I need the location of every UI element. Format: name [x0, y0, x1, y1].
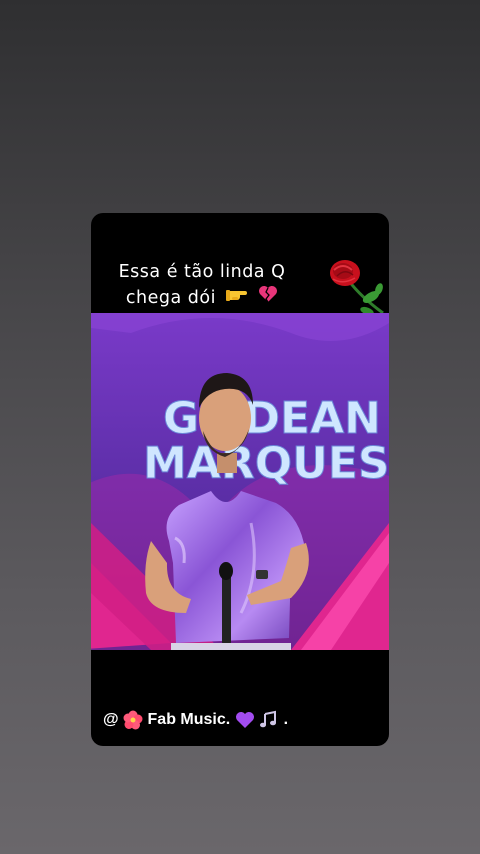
caption-line-2: chega dói	[125, 288, 216, 308]
music-credit: @ Fab Music. .	[103, 709, 288, 731]
story-caption: Essa é tão linda Q chega dói	[91, 259, 313, 311]
story-card[interactable]: Essa é tão linda Q chega dói GILDEAN MAR…	[91, 213, 389, 746]
pointing-hand-icon	[226, 285, 248, 311]
credit-suffix: .	[283, 711, 289, 728]
caption-line-1: Essa é tão linda Q	[118, 262, 286, 282]
hibiscus-icon	[123, 710, 143, 730]
svg-text:MARQUES: MARQUES	[143, 438, 389, 489]
credit-name: Fab Music.	[147, 711, 231, 728]
music-notes-icon	[260, 710, 277, 728]
video-frame[interactable]: GILDEAN MARQUES	[91, 313, 389, 650]
broken-heart-icon	[258, 285, 278, 311]
credit-at: @	[103, 711, 119, 728]
purple-heart-icon	[235, 712, 254, 728]
caption-line-2-wrap: chega dói	[91, 285, 313, 311]
rose-icon	[325, 253, 389, 319]
svg-text:GILDEAN: GILDEAN	[163, 393, 381, 444]
